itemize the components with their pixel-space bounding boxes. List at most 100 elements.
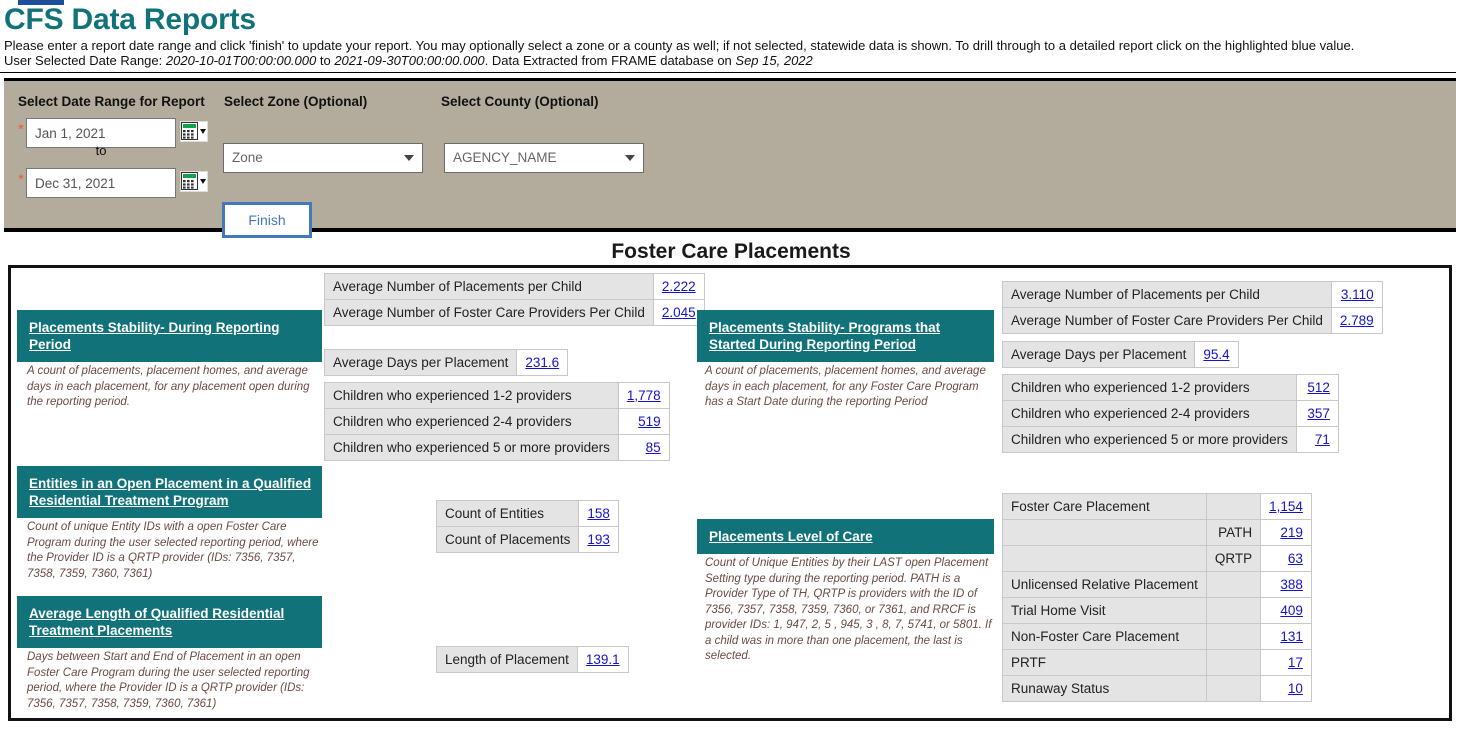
drill-link[interactable]: 158 [587, 506, 610, 521]
table-stability-during-days: Average Days per Placement 231.6 [323, 349, 569, 376]
row-label: Children who experienced 5 or more provi… [324, 434, 619, 461]
row-value: 512 [1295, 374, 1339, 401]
table-row: QRTP 63 [1002, 545, 1312, 572]
drill-link[interactable]: 388 [1280, 577, 1303, 592]
drill-link[interactable]: 512 [1307, 380, 1330, 395]
table-row: Average Number of Placements per Child 2… [324, 273, 705, 300]
drill-link[interactable]: 71 [1315, 432, 1330, 447]
drill-link[interactable]: 95.4 [1203, 347, 1229, 362]
drill-link[interactable]: 139.1 [586, 652, 620, 667]
section-heading-qrtp-entities[interactable]: Entities in an Open Placement in a Quali… [17, 466, 322, 518]
row-label [1002, 519, 1207, 546]
table-stability-during-averages: Average Number of Placements per Child 2… [324, 273, 705, 326]
row-value: 63 [1260, 545, 1312, 572]
section-heading-stability-during[interactable]: Placements Stability- During Reporting P… [17, 310, 322, 362]
drill-link[interactable]: 1,154 [1269, 499, 1303, 514]
row-label: Average Number of Placements per Child [1002, 281, 1332, 308]
drill-link[interactable]: 2.789 [1340, 313, 1374, 328]
finish-button[interactable]: Finish [222, 202, 312, 238]
table-stability-started-averages: Average Number of Placements per Child 3… [1002, 281, 1383, 334]
table-row: Average Number of Foster Care Providers … [324, 299, 705, 326]
table-stability-during-providers: Children who experienced 1-2 providers 1… [324, 382, 670, 461]
instructions-text: Please enter a report date range and cli… [4, 38, 1355, 53]
page-title: CFS Data Reports [4, 3, 256, 36]
row-label: Non-Foster Care Placement [1002, 623, 1207, 650]
row-value: 158 [578, 500, 619, 527]
table-row: Children who experienced 2-4 providers 5… [324, 408, 670, 435]
extract-prefix: . Data Extracted from FRAME database on [484, 53, 736, 68]
start-date-calendar-icon[interactable] [180, 121, 208, 142]
parameter-panel: Select Date Range for Report Select Zone… [4, 78, 1456, 238]
zone-select[interactable]: Zone [223, 143, 423, 173]
table-row: Children who experienced 1-2 providers 1… [324, 382, 670, 409]
county-select-value: AGENCY_NAME [453, 150, 557, 165]
row-label: Unlicensed Relative Placement [1002, 571, 1207, 598]
row-subtype: PATH [1205, 519, 1262, 546]
drill-link[interactable]: 193 [587, 532, 610, 547]
date-range-joiner: to [316, 53, 335, 68]
drill-link[interactable]: 409 [1280, 603, 1303, 618]
county-select[interactable]: AGENCY_NAME [444, 143, 644, 173]
row-subtype [1205, 597, 1262, 624]
drill-link[interactable]: 357 [1307, 406, 1330, 421]
table-row: Children who experienced 2-4 providers 3… [1002, 400, 1339, 427]
row-subtype [1205, 623, 1262, 650]
row-subtype [1205, 649, 1262, 676]
drill-link[interactable]: 231.6 [525, 355, 559, 370]
drill-link[interactable]: 17 [1288, 655, 1303, 670]
county-group-label: Select County (Optional) [441, 94, 599, 109]
row-value: 2.222 [652, 273, 705, 300]
report-content: Placements Stability- During Reporting P… [8, 265, 1452, 721]
row-subtype [1205, 571, 1262, 598]
table-row: Average Days per Placement 95.4 [1001, 341, 1239, 368]
row-label: Average Days per Placement [323, 349, 518, 376]
drill-link[interactable]: 2.222 [662, 279, 696, 294]
drill-link[interactable]: 519 [638, 414, 661, 429]
row-label [1002, 545, 1207, 572]
drill-link[interactable]: 63 [1288, 551, 1303, 566]
section-description-stability-during: A count of placements, placement homes, … [27, 365, 310, 408]
header-divider [0, 72, 1456, 73]
drill-link[interactable]: 10 [1288, 681, 1303, 696]
drill-link[interactable]: 2.045 [662, 305, 696, 320]
row-label: Children who experienced 1-2 providers [1002, 374, 1297, 401]
drill-link[interactable]: 131 [1280, 629, 1303, 644]
row-label: Runaway Status [1002, 675, 1207, 702]
drill-link[interactable]: 219 [1280, 525, 1303, 540]
row-value: 131 [1260, 623, 1312, 650]
row-label: Length of Placement [436, 646, 578, 673]
row-value: 357 [1295, 400, 1339, 427]
row-label: Foster Care Placement [1002, 493, 1207, 520]
table-row: Runaway Status 10 [1002, 675, 1312, 702]
drill-link[interactable]: 3.110 [1341, 287, 1374, 302]
row-label: Average Number of Foster Care Providers … [1002, 307, 1332, 334]
end-date-input[interactable]: Dec 31, 2021 [26, 168, 176, 198]
table-row: Count of Entities 158 [435, 500, 619, 527]
row-label: Count of Placements [435, 526, 580, 553]
end-date-calendar-icon[interactable] [180, 171, 208, 192]
row-label: Children who experienced 1-2 providers [324, 382, 619, 409]
row-label: Trial Home Visit [1002, 597, 1207, 624]
row-value: 519 [617, 408, 670, 435]
date-range-start: 2020-10-01T00:00:00.000 [165, 53, 317, 68]
drill-link[interactable]: 85 [646, 440, 661, 455]
section-description-stability-started: A count of placements, placement homes, … [705, 365, 986, 408]
table-row: Non-Foster Care Placement 131 [1002, 623, 1312, 650]
table-row: Length of Placement 139.1 [436, 646, 629, 673]
report-title: Foster Care Placements [611, 240, 851, 263]
drill-link[interactable]: 1,778 [627, 388, 661, 403]
section-heading-stability-started[interactable]: Placements Stability- Programs that Star… [697, 310, 994, 362]
row-value: 1,154 [1260, 493, 1312, 520]
section-heading-qrtp-length[interactable]: Average Length of Qualified Residential … [17, 596, 322, 648]
app-header: CFS Data Reports Please enter a report d… [0, 2, 1462, 68]
section-heading-level-of-care[interactable]: Placements Level of Care [697, 519, 994, 554]
section-description-qrtp-length: Days between Start and End of Placement … [27, 651, 310, 710]
row-value: 231.6 [516, 349, 569, 376]
row-value: 409 [1260, 597, 1312, 624]
table-row: Children who experienced 5 or more provi… [324, 434, 670, 461]
row-value: 388 [1260, 571, 1312, 598]
extract-date: Sep 15, 2022 [735, 53, 813, 68]
table-qrtp-length: Length of Placement 139.1 [436, 646, 629, 673]
zone-group-label: Select Zone (Optional) [224, 94, 368, 109]
row-value: 10 [1260, 675, 1312, 702]
